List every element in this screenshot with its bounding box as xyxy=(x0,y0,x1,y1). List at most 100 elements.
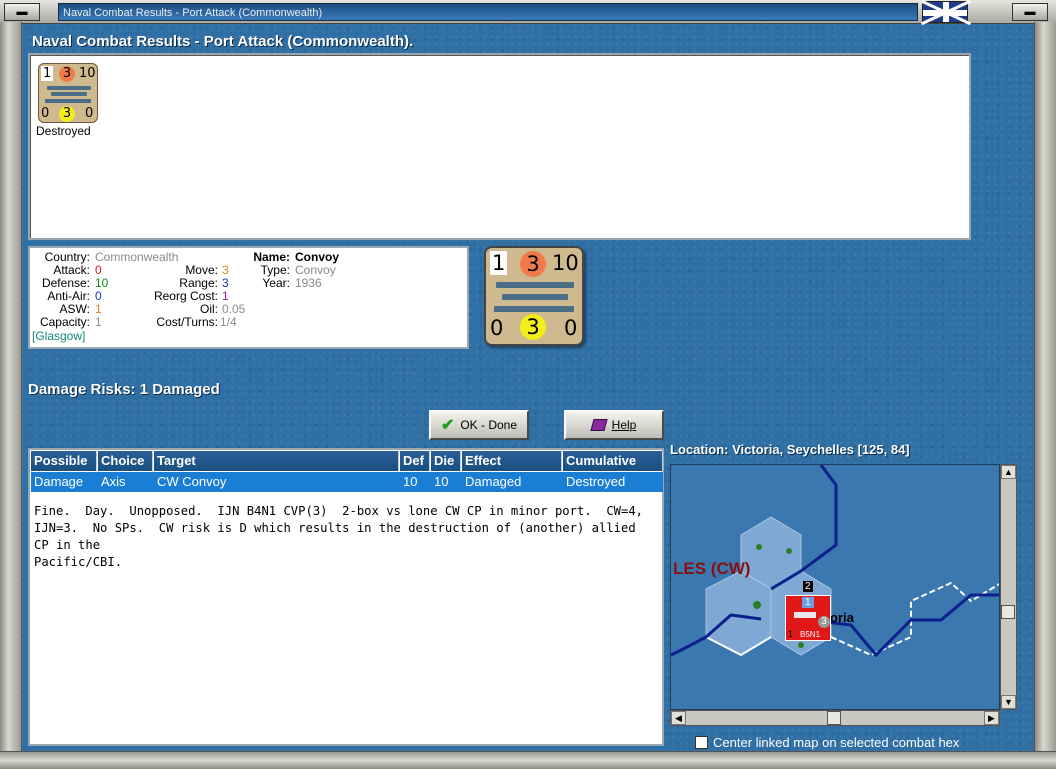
range-label: Range: xyxy=(179,276,218,290)
ok-done-label: OK - Done xyxy=(460,418,518,432)
island xyxy=(786,548,792,554)
ship-icon xyxy=(496,282,574,288)
capacity-value: 1 xyxy=(95,315,102,329)
unit-bot-left: 1 xyxy=(788,629,794,639)
unit-strength: 3 xyxy=(818,616,830,628)
cell-die: 10 xyxy=(434,474,449,489)
window-title: Naval Combat Results - Port Attack (Comm… xyxy=(58,3,918,21)
defense-label: Defense: xyxy=(41,276,90,290)
counter-bot-left: 0 xyxy=(490,316,504,340)
reorg-value: 1 xyxy=(222,289,229,303)
book-icon xyxy=(590,419,608,431)
attack-label: Attack: xyxy=(53,263,90,277)
range-value: 3 xyxy=(222,276,229,290)
location-label: Location: Victoria, Seychelles [125, 84] xyxy=(670,442,910,457)
cell-target: CW Convoy xyxy=(157,474,227,489)
move-label: Move: xyxy=(185,263,218,277)
scroll-thumb[interactable] xyxy=(827,711,841,725)
cost-label: Cost/Turns: xyxy=(156,315,218,329)
unit-top-value: 1 xyxy=(802,597,814,608)
map-unit-counter[interactable]: 1 3 1 B5N1 xyxy=(785,595,831,641)
unit-status: Destroyed xyxy=(36,124,91,138)
type-value: Convoy xyxy=(295,263,336,277)
ship-icon xyxy=(494,306,574,312)
help-button[interactable]: Help xyxy=(564,410,664,440)
column-header-def[interactable]: Def xyxy=(400,451,430,471)
attack-value: 0 xyxy=(95,263,102,277)
window-frame-right xyxy=(1034,22,1056,769)
scroll-left-icon[interactable]: ◀ xyxy=(671,711,686,725)
antiair-value: 0 xyxy=(95,289,102,303)
island xyxy=(756,544,762,550)
name-label: Name: xyxy=(253,250,290,264)
column-header-effect[interactable]: Effect xyxy=(462,451,562,471)
island xyxy=(753,601,761,609)
country-label: Country: xyxy=(44,250,90,264)
counter-top-left: 1 xyxy=(490,251,508,275)
oil-value: 0.05 xyxy=(222,302,246,316)
scroll-thumb[interactable] xyxy=(1001,605,1015,619)
counter-top-mid: 3 xyxy=(520,251,546,277)
column-header-die[interactable]: Die xyxy=(431,451,461,471)
window-menu-button[interactable]: ▬ xyxy=(4,3,40,21)
minimize-button[interactable]: ▬ xyxy=(1012,3,1048,21)
ship-icon xyxy=(47,86,91,90)
antiair-label: Anti-Air: xyxy=(47,289,90,303)
cell-effect: Damaged xyxy=(465,474,522,489)
asw-value: 1 xyxy=(95,302,102,316)
scroll-down-icon[interactable]: ▼ xyxy=(1001,695,1016,709)
table-header: Possible Choice Target Def Die Effect Cu… xyxy=(31,451,663,471)
column-header-possible[interactable]: Possible xyxy=(31,451,97,471)
damage-risks-label: Damage Risks: 1 Damaged xyxy=(28,381,220,398)
uk-flag-icon xyxy=(920,0,972,26)
island xyxy=(798,642,804,648)
combat-results-panel: 1 3 10 0 3 0 Destroyed xyxy=(28,53,971,240)
stack-count: 2 xyxy=(803,581,813,592)
cell-choice: Axis xyxy=(101,474,126,489)
checkmark-icon: ✔ xyxy=(440,417,455,434)
cell-def: 10 xyxy=(403,474,418,489)
counter-bot-mid: 3 xyxy=(59,106,75,122)
selected-unit-counter: 1 3 10 0 3 0 xyxy=(484,246,584,346)
ok-done-button[interactable]: ✔ OK - Done xyxy=(429,410,529,440)
scroll-up-icon[interactable]: ▲ xyxy=(1001,465,1016,479)
asw-label: ASW: xyxy=(59,302,90,316)
window-frame-bottom xyxy=(0,751,1056,769)
map-horizontal-scrollbar[interactable]: ◀ ▶ xyxy=(670,710,1000,726)
defense-value: 10 xyxy=(95,276,109,290)
unit-name: B5N1 xyxy=(800,630,821,639)
counter-bot-right: 0 xyxy=(564,316,578,340)
linked-map[interactable]: LES (CW) oria 2 1 3 1 B5N1 xyxy=(670,464,1000,710)
column-header-choice[interactable]: Choice xyxy=(98,451,153,471)
plane-icon xyxy=(794,612,816,618)
cost-value: 1/4 xyxy=(220,315,237,329)
center-map-label: Center linked map on selected combat hex xyxy=(713,735,960,750)
scroll-right-icon[interactable]: ▶ xyxy=(984,711,999,725)
unit-counter[interactable]: 1 3 10 0 3 0 xyxy=(38,63,98,123)
column-header-cumulative[interactable]: Cumulative xyxy=(563,451,663,471)
counter-top-right: 10 xyxy=(79,66,96,81)
year-label: Year: xyxy=(262,276,290,290)
type-label: Type: xyxy=(260,263,290,277)
name-value: Convoy xyxy=(295,250,340,264)
title-bar: ▬ Naval Combat Results - Port Attack (Co… xyxy=(0,0,1056,26)
year-value: 1936 xyxy=(295,276,322,290)
column-header-target[interactable]: Target xyxy=(154,451,399,471)
counter-bot-mid: 3 xyxy=(520,314,546,340)
center-map-option[interactable]: Center linked map on selected combat hex xyxy=(695,735,959,750)
table-row[interactable]: Damage Axis CW Convoy 10 10 Damaged Dest… xyxy=(31,472,663,492)
ship-icon xyxy=(45,99,91,103)
home-port: [Glasgow] xyxy=(32,329,86,343)
map-vertical-scrollbar[interactable]: ▲ ▼ xyxy=(1000,464,1017,710)
combat-choices-table: Possible Choice Target Def Die Effect Cu… xyxy=(28,448,664,746)
center-map-checkbox[interactable] xyxy=(695,736,708,749)
map-canvas xyxy=(671,465,999,658)
window-frame-left xyxy=(0,22,22,769)
country-value: Commonwealth xyxy=(95,250,179,264)
combat-notes: Fine. Day. Unopposed. IJN B4N1 CVP(3) 2-… xyxy=(34,504,644,569)
move-value: 3 xyxy=(222,263,229,277)
help-label: Help xyxy=(611,418,637,432)
counter-top-right: 10 xyxy=(552,251,579,275)
unit-info-panel: Country: Commonwealth Attack: 0 Defense:… xyxy=(28,246,469,349)
counter-bot-right: 0 xyxy=(85,106,94,121)
